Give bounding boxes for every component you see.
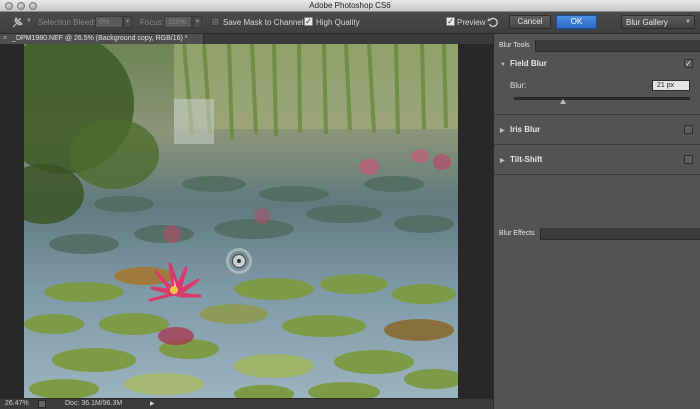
tilt-shift-header[interactable]: ▶ Tilt-Shift — [500, 155, 542, 164]
checkmark-icon: ✓ — [305, 17, 312, 26]
selection-bleed-label: Selection Bleed: — [38, 18, 96, 27]
lily-pond-photo — [24, 44, 458, 398]
document-tab[interactable]: × _DPM1980.NEF @ 26.5% (Background copy,… — [0, 34, 204, 44]
ok-button[interactable]: OK — [556, 15, 597, 29]
document-icon[interactable] — [38, 400, 46, 408]
blur-tools-tab-bar: Blur Tools — [494, 40, 700, 52]
checkmark-icon: ✓ — [447, 17, 454, 26]
tab-blur-effects[interactable]: Blur Effects — [494, 228, 541, 240]
blur-label: Blur: — [510, 81, 527, 90]
window-title: Adobe Photoshop CS6 — [309, 1, 391, 10]
save-mask-label: Save Mask to Channels — [223, 18, 308, 27]
field-blur-section: ▼ Field Blur ✓ Blur: 21 px — [494, 53, 700, 115]
pin-icon[interactable] — [10, 16, 24, 32]
status-bar: 26.47% Doc: 36.1M/96.3M ▶ — [0, 398, 493, 409]
blur-panels: Blur Tools ▼ Field Blur ✓ Blur: 21 px ▶ Ir… — [493, 34, 700, 409]
high-quality-checkbox[interactable]: ✓ — [304, 17, 313, 26]
title-bar: Adobe Photoshop CS6 — [0, 0, 700, 12]
document-tab-label: _DPM1980.NEF @ 26.5% (Background copy, R… — [12, 35, 188, 42]
tilt-shift-checkbox[interactable] — [684, 155, 693, 164]
checkmark-icon: ✓ — [685, 59, 692, 68]
document-image[interactable] — [24, 44, 458, 398]
iris-blur-section: ▶ Iris Blur — [494, 116, 700, 145]
tilt-shift-label: Tilt-Shift — [510, 155, 543, 164]
blur-gallery-dropdown[interactable]: Blur Gallery ▼ — [621, 15, 695, 29]
reset-icon[interactable] — [487, 16, 499, 30]
field-blur-header[interactable]: ▼ Field Blur — [500, 59, 547, 68]
canvas-area[interactable] — [0, 44, 493, 398]
disclosure-triangle-icon[interactable]: ▶ — [500, 127, 510, 134]
focus-label: Focus: — [140, 18, 165, 27]
chevron-down-icon[interactable]: ▼ — [26, 18, 32, 24]
blur-slider-track[interactable] — [514, 97, 690, 100]
blur-amount-field[interactable]: 21 px — [652, 80, 690, 91]
tab-blur-tools[interactable]: Blur Tools — [494, 40, 536, 52]
iris-blur-checkbox[interactable] — [684, 125, 693, 134]
disclosure-triangle-icon[interactable]: ▼ — [500, 62, 510, 68]
chevron-down-icon[interactable]: ▼ — [193, 16, 202, 28]
cancel-button[interactable]: Cancel — [509, 15, 551, 29]
selection-bleed-field[interactable]: 0% — [95, 16, 123, 28]
focus-field[interactable]: 100% — [164, 16, 192, 28]
zoom-level[interactable]: 26.47% — [5, 399, 29, 409]
iris-blur-label: Iris Blur — [510, 125, 541, 134]
chevron-down-icon: ▼ — [685, 19, 691, 25]
preview-checkbox[interactable]: ✓ — [446, 17, 455, 26]
chevron-down-icon[interactable]: ▼ — [123, 16, 132, 28]
chevron-right-icon[interactable]: ▶ — [150, 399, 155, 409]
close-tab-icon[interactable]: × — [3, 35, 7, 42]
high-quality-label: High Quality — [316, 18, 360, 27]
disclosure-triangle-icon[interactable]: ▶ — [500, 157, 510, 164]
preview-label: Preview — [457, 18, 486, 27]
blur-gallery-label: Blur Gallery — [626, 18, 668, 27]
iris-blur-header[interactable]: ▶ Iris Blur — [500, 125, 540, 134]
blur-slider-thumb[interactable] — [560, 99, 566, 104]
blur-pin-dot — [237, 259, 241, 263]
doc-size-info: Doc: 36.1M/96.3M — [65, 400, 123, 407]
options-bar: ▼ Selection Bleed: 0% ▼ Focus: 100% ▼ Sa… — [0, 12, 700, 34]
field-blur-label: Field Blur — [510, 59, 547, 68]
tilt-shift-section: ▶ Tilt-Shift — [494, 146, 700, 175]
save-mask-checkbox[interactable] — [211, 17, 220, 26]
blur-effects-tab-bar: Blur Effects — [494, 228, 700, 240]
field-blur-checkbox[interactable]: ✓ — [684, 59, 693, 68]
document-tab-bar: × _DPM1980.NEF @ 26.5% (Background copy,… — [0, 34, 493, 44]
